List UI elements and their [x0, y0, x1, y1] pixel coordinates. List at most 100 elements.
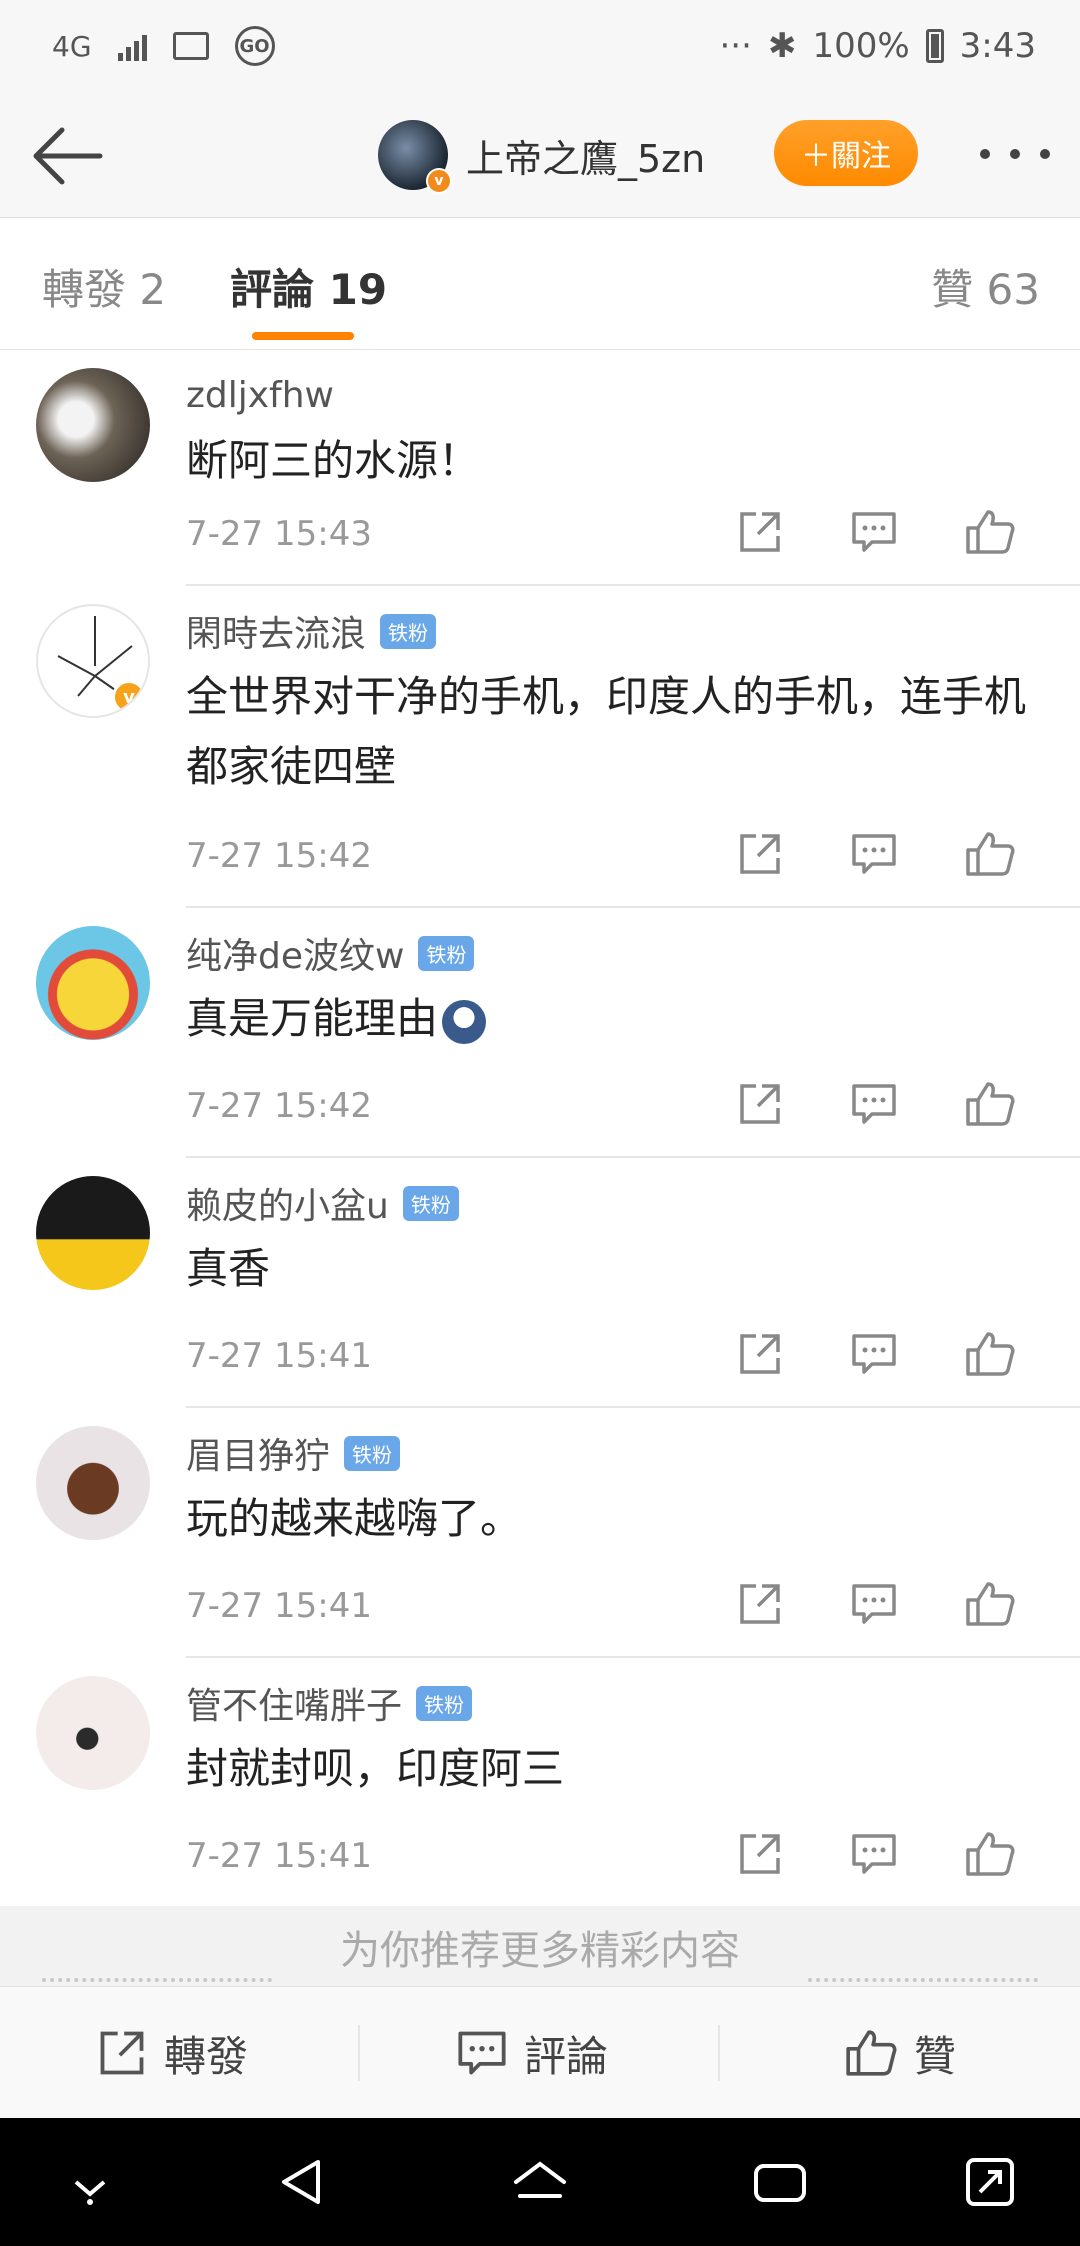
reply-icon[interactable] — [850, 1330, 898, 1378]
tab-comment[interactable]: 評論 19 — [230, 256, 387, 317]
clock: 3:43 — [959, 26, 1036, 66]
comment-item: 纯净de波纹w 铁粉 真是万能理由 7-27 15:42 — [0, 908, 1080, 1158]
comment-time: 7-27 15:43 — [186, 514, 372, 554]
divider — [42, 1978, 272, 1982]
reply-icon[interactable] — [850, 1830, 898, 1878]
share-icon[interactable] — [736, 830, 784, 878]
avatar[interactable] — [36, 1676, 150, 1790]
comment-actions — [736, 1330, 1036, 1390]
more-options-icon[interactable] — [980, 134, 1050, 174]
comment-actions — [736, 1580, 1036, 1640]
comment-list: zdljxfhw 断阿三的水源！ 7-27 15:43 v 閑時去流浪 铁粉 全世… — [0, 350, 1080, 1906]
comment-author[interactable]: 管不住嘴胖子 — [186, 1677, 402, 1729]
comment-actions — [736, 1080, 1036, 1140]
like-icon[interactable] — [964, 1830, 1016, 1878]
fan-badge: 铁粉 — [416, 1685, 473, 1721]
share-icon — [100, 2031, 144, 2075]
like-label: 贊 — [914, 2031, 957, 2081]
comment-item: 赖皮的小盆u 铁粉 真香 7-27 15:41 — [0, 1158, 1080, 1408]
system-nav-bar — [0, 2118, 1080, 2246]
like-icon[interactable] — [964, 1580, 1016, 1628]
comment-author[interactable]: 赖皮的小盆u — [186, 1177, 389, 1229]
battery-icon — [925, 29, 944, 63]
avatar[interactable] — [36, 1176, 150, 1290]
reply-icon[interactable] — [850, 1080, 898, 1128]
recommend-strip[interactable]: 为你推荐更多精彩内容 — [0, 1906, 1080, 1986]
comment-actions — [736, 1830, 1036, 1890]
back-arrow-icon[interactable] — [26, 116, 106, 196]
share-icon[interactable] — [736, 1580, 784, 1628]
follow-button[interactable]: ＋關注 — [774, 120, 918, 186]
avatar[interactable] — [36, 1426, 150, 1540]
network-type: 4G — [52, 29, 92, 63]
avatar[interactable]: v — [36, 604, 150, 718]
comment-time: 7-27 15:41 — [186, 1336, 372, 1376]
comment-label: 評論 — [524, 2031, 609, 2081]
home-nav-icon[interactable] — [508, 2152, 572, 2212]
comment-author[interactable]: 閑時去流浪 — [186, 605, 366, 657]
expand-icon[interactable] — [960, 2152, 1020, 2212]
avatar[interactable]: v — [378, 120, 452, 194]
like-icon[interactable] — [964, 508, 1016, 556]
avatar[interactable] — [36, 926, 150, 1040]
comment-item: 管不住嘴胖子 铁粉 封就封呗，印度阿三 7-27 15:41 — [0, 1658, 1080, 1906]
repost-label: 轉發 — [164, 2031, 249, 2081]
comment-text: 封就封呗，印度阿三 — [186, 1744, 565, 1793]
signal-icon — [117, 31, 147, 61]
comment-item: v 閑時去流浪 铁粉 全世界对干净的手机，印度人的手机，连手机都家徒四壁 7-27… — [0, 586, 1080, 908]
comment-text: 断阿三的水源！ — [186, 436, 481, 485]
comment-time: 7-27 15:42 — [186, 1086, 372, 1126]
tab-repost[interactable]: 轉發 2 — [42, 256, 166, 317]
comment-text: 全世界对干净的手机，印度人的手机，连手机都家徒四壁 — [186, 672, 1027, 791]
image-icon — [172, 32, 209, 60]
avatar[interactable] — [36, 368, 150, 482]
comment-time: 7-27 15:41 — [186, 1836, 372, 1876]
profile-header[interactable]: v 上帝之鷹_5zn — [378, 118, 705, 194]
reply-icon[interactable] — [850, 830, 898, 878]
share-icon[interactable] — [736, 1830, 784, 1878]
username[interactable]: 上帝之鷹_5zn — [466, 128, 705, 183]
verified-badge: v — [426, 168, 452, 194]
comment-time: 7-27 15:41 — [186, 1586, 372, 1626]
active-tab-indicator — [252, 332, 354, 340]
comment-text: 真是万能理由 — [186, 984, 1046, 1054]
comment-author[interactable]: 纯净de波纹w — [186, 927, 404, 979]
divider — [718, 2025, 720, 2081]
comment-actions — [736, 830, 1036, 890]
recent-apps-icon[interactable] — [748, 2152, 812, 2212]
divider — [358, 2025, 360, 2081]
like-icon[interactable] — [964, 830, 1016, 878]
like-button[interactable]: 贊 — [844, 1987, 956, 2119]
back-nav-icon[interactable] — [272, 2152, 332, 2212]
comment-item: zdljxfhw 断阿三的水源！ 7-27 15:43 — [0, 350, 1080, 586]
share-icon[interactable] — [736, 1080, 784, 1128]
like-icon[interactable] — [964, 1080, 1016, 1128]
repost-button[interactable]: 轉發 — [96, 1987, 248, 2119]
recommend-text: 为你推荐更多精彩内容 — [340, 1928, 740, 1974]
fan-badge: 铁粉 — [402, 1185, 459, 1221]
top-header: v 上帝之鷹_5zn ＋關注 — [0, 92, 1080, 218]
comment-button[interactable]: 評論 — [456, 1987, 608, 2119]
share-icon[interactable] — [736, 508, 784, 556]
reply-icon[interactable] — [850, 1580, 898, 1628]
tab-like[interactable]: 贊 63 — [931, 256, 1040, 317]
comment-text: 真香 — [186, 1244, 271, 1293]
reply-icon[interactable] — [850, 508, 898, 556]
share-icon[interactable] — [736, 1330, 784, 1378]
comment-text: 玩的越来越嗨了。 — [186, 1494, 523, 1543]
emoji-icon — [442, 999, 487, 1044]
bottom-action-bar: 轉發 評論 贊 — [0, 1986, 1080, 2118]
fan-badge: 铁粉 — [418, 935, 475, 971]
go-icon: GO — [234, 26, 275, 66]
comment-author[interactable]: zdljxfhw — [186, 375, 334, 416]
comment-time: 7-27 15:42 — [186, 836, 372, 876]
battery-percent: 100% — [812, 26, 910, 66]
reply-icon — [458, 2031, 506, 2075]
status-bar: 4G GO ··· ✱ 100% 3:43 — [0, 0, 1080, 92]
comment-author[interactable]: 眉目狰狞 — [186, 1427, 330, 1479]
hide-keyboard-icon[interactable] — [62, 2152, 118, 2212]
bluetooth-icon: ✱ — [767, 26, 797, 66]
fan-badge: 铁粉 — [380, 613, 437, 649]
fan-badge: 铁粉 — [344, 1435, 401, 1471]
like-icon[interactable] — [964, 1330, 1016, 1378]
